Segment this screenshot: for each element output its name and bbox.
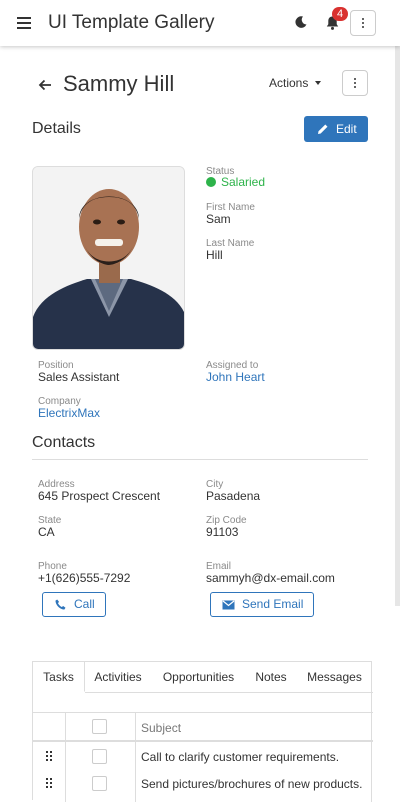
position-value: Sales Assistant [38, 370, 120, 384]
grid-col-divider [65, 712, 66, 802]
email-value: sammyh@dx-email.com [206, 571, 335, 585]
drag-handle-icon[interactable] [46, 778, 52, 788]
assigned-to-link[interactable]: John Heart [206, 370, 265, 384]
contacts-divider [32, 459, 368, 460]
actions-dropdown[interactable]: Actions [269, 76, 322, 90]
send-email-label: Send Email [242, 597, 304, 611]
tab-opportunities[interactable]: Opportunities [151, 662, 246, 692]
phone-icon [55, 599, 66, 610]
tab-notes[interactable]: Notes [246, 662, 296, 692]
status-dot-icon [206, 177, 216, 187]
tab-tasks[interactable]: Tasks [33, 662, 85, 692]
envelope-icon [222, 600, 235, 610]
address-value: 645 Prospect Crescent [38, 489, 161, 503]
employee-photo [32, 166, 185, 350]
zip-value: 91103 [206, 525, 239, 539]
menu-icon[interactable] [17, 17, 31, 29]
notification-badge: 4 [332, 7, 348, 21]
caret-down-icon [315, 81, 322, 85]
details-heading: Details [32, 120, 81, 137]
grid-col-divider [135, 712, 136, 802]
app-more-button[interactable] [350, 10, 376, 36]
tab-panel: Tasks Activities Opportunities Notes Mes… [32, 661, 373, 802]
app-toolbar: UI Template Gallery 4 [0, 0, 400, 46]
grid-header-border [33, 740, 373, 742]
person-portrait-image [33, 167, 184, 349]
tab-divider [85, 692, 373, 693]
first-name-value: Sam [206, 212, 231, 226]
subject-column-header[interactable]: Subject [141, 721, 181, 735]
last-name-value: Hill [206, 248, 223, 262]
phone-value: +1(626)555-7292 [38, 571, 131, 585]
grid-col-divider [371, 712, 372, 802]
moon-icon[interactable] [294, 15, 308, 29]
city-value: Pasadena [206, 489, 261, 503]
state-value: CA [38, 525, 55, 539]
contacts-heading: Contacts [32, 434, 96, 451]
edit-label: Edit [336, 122, 357, 136]
call-label: Call [74, 597, 95, 611]
tab-activities[interactable]: Activities [85, 662, 151, 692]
task-subject: Send pictures/brochures of new products. [141, 777, 363, 791]
tab-messages[interactable]: Messages [296, 662, 373, 692]
drag-handle-icon[interactable] [46, 751, 52, 761]
status-value: Salaried [221, 175, 266, 189]
row-checkbox[interactable] [92, 749, 107, 764]
back-arrow-icon[interactable] [38, 78, 52, 92]
row-checkbox[interactable] [92, 776, 107, 791]
header-more-button[interactable] [342, 70, 368, 96]
company-link[interactable]: ElectrixMax [38, 406, 100, 420]
grid-top-border [33, 712, 373, 713]
actions-label: Actions [269, 76, 309, 90]
select-all-checkbox[interactable] [92, 719, 107, 734]
scrollbar[interactable] [395, 46, 400, 606]
call-button[interactable]: Call [42, 592, 106, 617]
app-title: UI Template Gallery [48, 12, 215, 33]
edit-button[interactable]: Edit [304, 116, 368, 142]
send-email-button[interactable]: Send Email [210, 592, 314, 617]
page-title: Sammy Hill [63, 71, 175, 96]
task-subject: Call to clarify customer requirements. [141, 750, 340, 764]
pencil-icon [318, 124, 328, 134]
